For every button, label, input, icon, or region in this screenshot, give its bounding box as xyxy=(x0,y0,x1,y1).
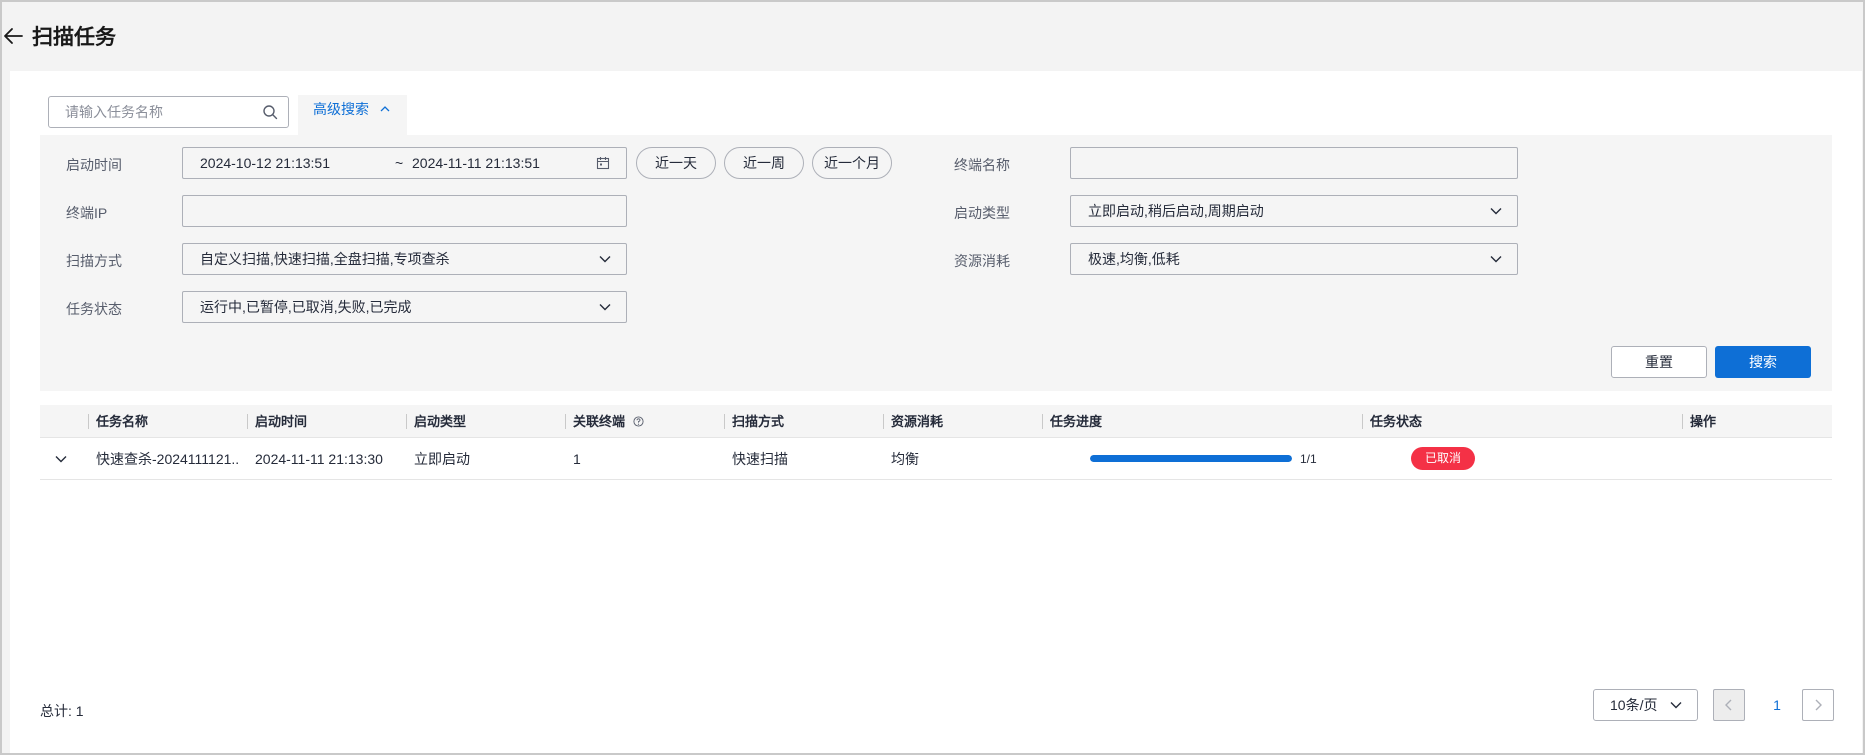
help-icon[interactable] xyxy=(633,416,644,427)
resource-value: 极速,均衡,低耗 xyxy=(1088,251,1180,267)
advanced-search-panel: 启动时间 2024-10-12 21:13:51 ~ 2024-11-11 21… xyxy=(40,135,1832,391)
date-separator: ~ xyxy=(395,155,404,171)
col-terminals-label: 关联终端 xyxy=(573,414,626,429)
chevron-right-icon xyxy=(1815,699,1822,711)
chevron-down-icon xyxy=(599,256,611,263)
task-status-value: 运行中,已暂停,已取消,失败,已完成 xyxy=(200,299,412,315)
task-status-select[interactable]: 运行中,已暂停,已取消,失败,已完成 xyxy=(182,291,627,323)
col-task-name: 任务名称 xyxy=(88,405,148,438)
chevron-up-icon xyxy=(380,105,390,112)
start-time-label: 启动时间 xyxy=(66,157,122,173)
progress-text: 1/1 xyxy=(1300,452,1317,466)
start-time-to: 2024-11-11 21:13:51 xyxy=(412,155,540,171)
task-name-search[interactable] xyxy=(48,96,289,128)
col-progress: 任务进度 xyxy=(1042,405,1102,438)
search-button[interactable]: 搜索 xyxy=(1715,346,1811,378)
start-type-value: 立即启动,稍后启动,周期启动 xyxy=(1088,203,1264,219)
table-row[interactable]: 快速查杀-2024111121... 2024-11-11 21:13:30 立… xyxy=(40,439,1832,480)
page-number[interactable]: 1 xyxy=(1767,689,1787,721)
cell-start-type: 立即启动 xyxy=(414,451,470,467)
cell-start-time: 2024-11-11 21:13:30 xyxy=(255,451,383,467)
cell-scan-method: 快速扫描 xyxy=(732,451,788,467)
page-title: 扫描任务 xyxy=(32,26,116,49)
terminal-ip-label: 终端IP xyxy=(66,205,108,221)
scan-method-label: 扫描方式 xyxy=(66,253,122,269)
expand-row-icon[interactable] xyxy=(54,453,68,465)
table-header: 任务名称 启动时间 启动类型 关联终端 扫描方式 资源消耗 任务进度 任务状态 … xyxy=(40,405,1832,438)
advanced-search-toggle[interactable]: 高级搜索 xyxy=(298,95,407,137)
calendar-icon[interactable] xyxy=(596,156,610,170)
progress-fill xyxy=(1090,455,1292,462)
start-type-select[interactable]: 立即启动,稍后启动,周期启动 xyxy=(1070,195,1518,227)
task-status-label: 任务状态 xyxy=(66,301,122,317)
col-actions: 操作 xyxy=(1682,405,1716,438)
quick-range-one-week[interactable]: 近一周 xyxy=(724,147,804,179)
advanced-search-label: 高级搜索 xyxy=(313,101,369,117)
page-size-value: 10条/页 xyxy=(1610,697,1658,713)
start-type-label: 启动类型 xyxy=(954,205,1010,221)
prev-page-button[interactable] xyxy=(1713,689,1745,721)
col-resource: 资源消耗 xyxy=(883,405,943,438)
chevron-down-icon xyxy=(1670,702,1682,709)
quick-range-one-day[interactable]: 近一天 xyxy=(636,147,716,179)
col-start-time: 启动时间 xyxy=(247,405,307,438)
terminal-ip-field[interactable] xyxy=(182,195,627,227)
start-time-from: 2024-10-12 21:13:51 xyxy=(200,155,330,171)
col-terminals: 关联终端 xyxy=(565,405,644,438)
col-start-type: 启动类型 xyxy=(406,405,466,438)
start-time-range-picker[interactable]: 2024-10-12 21:13:51 ~ 2024-11-11 21:13:5… xyxy=(182,147,627,179)
page-header: 扫描任务 xyxy=(2,2,1863,70)
page-size-select[interactable]: 10条/页 xyxy=(1593,689,1698,721)
main-panel: 高级搜索 启动时间 2024-10-12 21:13:51 ~ 2024-11-… xyxy=(10,71,1862,753)
resource-label: 资源消耗 xyxy=(954,253,1010,269)
terminal-name-field[interactable] xyxy=(1070,147,1518,179)
reset-button[interactable]: 重置 xyxy=(1611,346,1707,378)
total-count: 总计: 1 xyxy=(40,703,84,719)
progress-bar xyxy=(1090,455,1292,462)
terminal-name-label: 终端名称 xyxy=(954,157,1010,173)
chevron-down-icon xyxy=(1490,208,1502,215)
search-input[interactable] xyxy=(49,97,249,127)
quick-range-one-month[interactable]: 近一个月 xyxy=(812,147,892,179)
cell-terminals: 1 xyxy=(573,451,581,467)
col-scan-method: 扫描方式 xyxy=(724,405,784,438)
search-icon[interactable] xyxy=(262,104,278,120)
col-status: 任务状态 xyxy=(1362,405,1422,438)
scan-method-select[interactable]: 自定义扫描,快速扫描,全盘扫描,专项查杀 xyxy=(182,243,627,275)
status-badge: 已取消 xyxy=(1411,447,1475,470)
resource-select[interactable]: 极速,均衡,低耗 xyxy=(1070,243,1518,275)
chevron-left-icon xyxy=(1725,699,1732,711)
chevron-down-icon xyxy=(599,304,611,311)
chevron-down-icon xyxy=(1490,256,1502,263)
back-arrow-icon[interactable] xyxy=(2,24,26,48)
next-page-button[interactable] xyxy=(1802,689,1834,721)
scan-method-value: 自定义扫描,快速扫描,全盘扫描,专项查杀 xyxy=(200,251,450,267)
cell-task-name[interactable]: 快速查杀-2024111121... xyxy=(88,439,238,479)
cell-resource: 均衡 xyxy=(891,451,919,467)
